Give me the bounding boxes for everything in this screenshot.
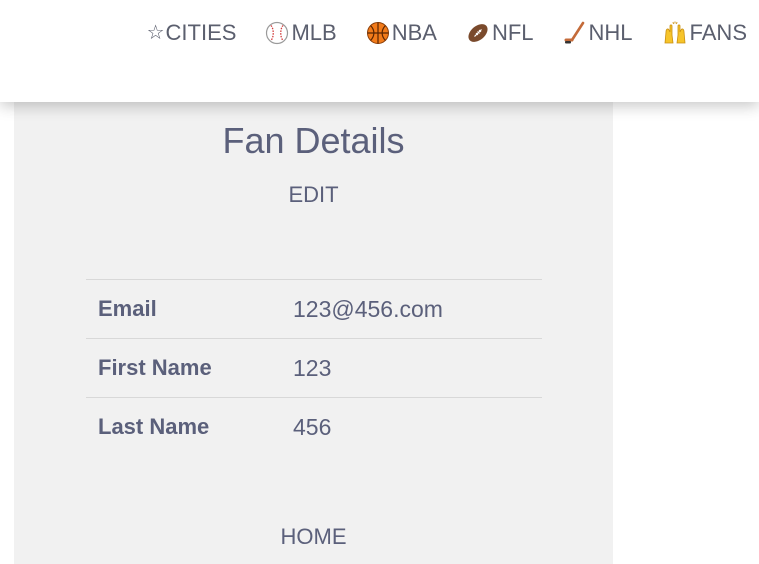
nav-nba[interactable]: NBA xyxy=(366,20,437,46)
star-icon: ☆ xyxy=(146,22,165,44)
fan-details-panel: Fan Details EDIT Email 123@456.com First… xyxy=(14,102,613,564)
nav-mlb-label: MLB xyxy=(291,20,337,45)
top-navbar: ☆ CITIES MLB NBA NFL NHL FANS xyxy=(0,0,759,102)
basketball-icon xyxy=(366,21,390,45)
email-value: 123@456.com xyxy=(293,295,443,322)
nav-fans-label: FANS xyxy=(689,20,747,45)
last-name-label: Last Name xyxy=(98,414,210,440)
home-link[interactable]: HOME xyxy=(14,524,613,550)
nav-fans[interactable]: FANS xyxy=(662,20,747,46)
baseball-icon xyxy=(265,21,289,45)
last-name-value: 456 xyxy=(293,413,332,440)
nav-cities-label: CITIES xyxy=(165,20,237,45)
nav-cities[interactable]: ☆ CITIES xyxy=(147,20,237,46)
nav-nhl-label: NHL xyxy=(588,20,633,45)
hockey-icon xyxy=(563,21,587,45)
nav-nfl-label: NFL xyxy=(491,20,534,45)
table-row: Email 123@456.com xyxy=(86,279,542,339)
football-icon xyxy=(466,21,490,45)
nav-nba-label: NBA xyxy=(391,20,437,45)
table-row: First Name 123 xyxy=(86,338,542,398)
page-title: Fan Details xyxy=(222,120,405,161)
first-name-value: 123 xyxy=(293,354,332,381)
nav-nhl[interactable]: NHL xyxy=(563,20,633,46)
fan-details-table: Email 123@456.com First Name 123 Last Na… xyxy=(86,279,542,457)
table-row: Last Name 456 xyxy=(86,397,542,457)
main-nav: ☆ CITIES MLB NBA NFL NHL FANS xyxy=(147,20,747,46)
raised-hands-icon xyxy=(662,21,688,45)
nav-mlb[interactable]: MLB xyxy=(265,20,337,46)
edit-link[interactable]: EDIT xyxy=(14,182,613,208)
email-label: Email xyxy=(98,296,157,321)
nav-nfl[interactable]: NFL xyxy=(466,20,534,46)
first-name-label: First Name xyxy=(98,355,212,380)
